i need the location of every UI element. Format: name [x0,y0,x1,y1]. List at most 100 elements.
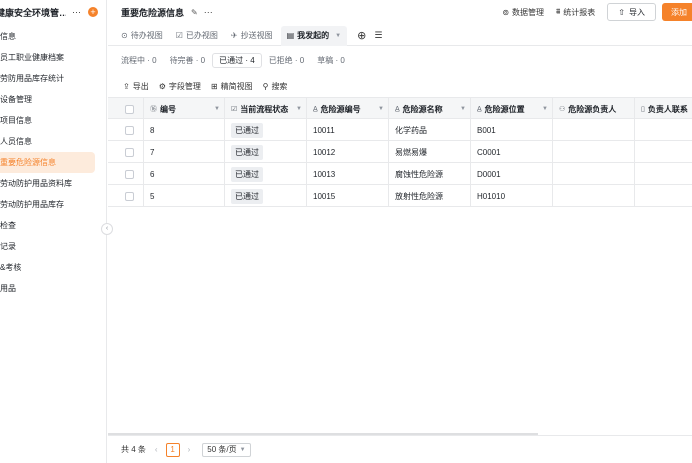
cell-phone [635,163,692,185]
cell-code: 10015 [307,185,389,207]
chevron-down-icon[interactable]: ▼ [378,106,384,112]
chevron-down-icon[interactable]: ▼ [214,106,220,112]
add-button[interactable]: 添加 [662,3,692,21]
cell-code: 10011 [307,119,389,141]
status-tab-pending[interactable]: 待完善 · 0 [170,55,206,66]
stats-report-button[interactable]: ⩩ 统计报表 [556,7,595,18]
chevron-down-icon: ▼ [239,446,246,453]
page-number[interactable]: 1 [165,442,180,457]
row-checkbox[interactable] [125,147,134,157]
top-actions: ⊚ 数据管理 ⩩ 统计报表 ⇧ 导入 添加 [502,3,692,21]
table-row[interactable]: 5 已通过 10015 放射性危险源 H01010 [108,185,692,207]
column-header-owner[interactable]: ⚇ 危险源负责人 [553,98,635,120]
sidebar-item-active[interactable]: 重要危险源信息 [0,152,95,173]
column-header-state[interactable]: ☑ 当前流程状态 ▼ [225,98,307,120]
sidebar-item[interactable]: 项目信息 [0,110,106,131]
todo-icon: ⊙ [121,31,128,40]
sidebar-header: 健康安全环境管… ··· + [0,0,106,24]
pagination: 共 4 条 ‹ 1 › 50 条/页 ▼ [108,435,692,463]
done-icon: ☑ [175,31,183,40]
import-button[interactable]: ⇧ 导入 [607,3,656,21]
table-row[interactable]: 6 已通过 10013 腐蚀性危险源 D0001 [108,163,692,185]
status-tabs: 流程中 · 0 待完善 · 0 已通过 · 4 已拒绝 · 0 草稿 · 0 [121,52,358,68]
cell-owner [553,185,635,207]
cell-no: 6 [144,163,225,185]
cc-icon: ✈ [230,31,238,40]
cell-no: 7 [144,141,225,163]
sidebar-item[interactable]: &考核 [0,257,106,278]
sidebar-item[interactable]: 记录 [0,236,106,257]
simple-view-button[interactable]: ⊞ 精简视图 [211,81,253,92]
table-header: ⑯ 编号 ▼ ☑ 当前流程状态 ▼ A̲ 危险源编号 ▼ A̲ 危险源名称 ▼ A̲ 危险源位置 ▼… [108,97,692,120]
view-list-icon[interactable]: ☰ [374,30,382,41]
sidebar-item[interactable]: 劳防用品库存统计 [0,68,106,89]
column-header-code[interactable]: A̲ 危险源编号 ▼ [307,98,389,120]
edit-icon[interactable]: ✎ [191,8,198,17]
status-tab-approved[interactable]: 已通过 · 4 [212,52,262,68]
row-checkbox[interactable] [125,125,134,135]
status-tab-in-progress[interactable]: 流程中 · 0 [121,55,157,66]
cell-no: 8 [144,119,225,141]
row-checkbox[interactable] [125,191,134,201]
sidebar-item[interactable]: 劳动防护用品库存 [0,194,106,215]
view-tabs: ⊙ 待办视图 ☑ 已办视图 ✈ 抄送视图 ▤ 我发起的 ▼ ⊕ ☰ [108,25,692,46]
column-header-name[interactable]: A̲ 危险源名称 ▼ [389,98,471,120]
export-icon: ⇪ [123,82,130,91]
sidebar: 健康安全环境管… ··· + 信息 员工职业健康档案 劳防用品库存统计 设备管理… [0,0,107,463]
column-header-no[interactable]: ⑯ 编号 ▼ [144,98,225,120]
initiated-icon: ▤ [286,31,295,40]
table-row[interactable]: 8 已通过 10011 化学药品 B001 [108,119,692,141]
data-manage-button[interactable]: ⊚ 数据管理 [502,7,544,18]
status-tab-rejected[interactable]: 已拒绝 · 0 [269,55,305,66]
sidebar-item[interactable]: 检查 [0,215,106,236]
sidebar-item[interactable]: 设备管理 [0,89,106,110]
chevron-down-icon[interactable]: ▼ [542,106,548,112]
sidebar-list: 信息 员工职业健康档案 劳防用品库存统计 设备管理 项目信息 人员信息 重要危险… [0,26,106,299]
topbar: 重要危险源信息 ✎ ··· ⊚ 数据管理 ⩩ 统计报表 ⇧ 导入 添加 [108,0,692,24]
cell-location: C0001 [471,141,553,163]
status-tab-draft[interactable]: 草稿 · 0 [317,55,345,66]
next-page-icon[interactable]: › [188,445,191,454]
export-button[interactable]: ⇪ 导出 [123,81,149,92]
status-badge: 已通过 [231,166,263,182]
checkbox-icon: ☑ [231,106,238,113]
chevron-down-icon[interactable]: ▼ [296,106,302,112]
cell-no: 5 [144,185,225,207]
more-icon[interactable]: ··· [72,7,81,17]
add-view-icon[interactable]: ⊕ [357,29,366,42]
import-icon: ⇧ [618,7,625,17]
data-table: ⑯ 编号 ▼ ☑ 当前流程状态 ▼ A̲ 危险源编号 ▼ A̲ 危险源名称 ▼ A̲ 危险源位置 ▼… [108,97,692,207]
cell-location: B001 [471,119,553,141]
sidebar-item[interactable]: 信息 [0,26,106,47]
tab-cc-view[interactable]: ✈ 抄送视图 [231,26,273,46]
person-icon: ⚇ [559,106,566,113]
sidebar-item[interactable]: 人员信息 [0,131,106,152]
column-header-phone[interactable]: ▯ 负责人联系 [635,98,692,120]
field-manage-button[interactable]: ⚙ 字段管理 [159,81,201,92]
row-checkbox[interactable] [125,169,134,179]
text-icon: A̲ [477,105,482,113]
page-size-select[interactable]: 50 条/页 ▼ [202,442,251,457]
tab-initiated[interactable]: ▤ 我发起的 ▼ [280,25,348,46]
select-all-checkbox[interactable] [125,104,134,114]
text-icon: A̲ [313,105,318,113]
total-count: 共 4 条 [121,445,146,454]
data-manage-icon: ⊚ [502,7,510,17]
column-header-location[interactable]: A̲ 危险源位置 ▼ [471,98,553,120]
sidebar-item[interactable]: 劳动防护用品资料库 [0,173,106,194]
search-button[interactable]: ⚲ 搜索 [263,81,288,92]
sidebar-item[interactable]: 用品 [0,278,106,299]
chevron-down-icon[interactable]: ▼ [460,106,466,112]
cell-name: 化学药品 [389,119,471,141]
table-toolbar: ⇪ 导出 ⚙ 字段管理 ⊞ 精简视图 ⚲ 搜索 [123,81,297,92]
table-row[interactable]: 7 已通过 10012 易燃易爆 C0001 [108,141,692,163]
cell-name: 易燃易爆 [389,141,471,163]
more-icon[interactable]: ··· [204,7,213,17]
cell-owner [553,119,635,141]
prev-page-icon[interactable]: ‹ [155,445,158,454]
tab-done-view[interactable]: ☑ 已办视图 [176,26,218,46]
sidebar-item[interactable]: 员工职业健康档案 [0,47,106,68]
cell-location: D0001 [471,163,553,185]
tab-todo-view[interactable]: ⊙ 待办视图 [121,26,163,46]
add-icon[interactable]: + [88,7,98,17]
